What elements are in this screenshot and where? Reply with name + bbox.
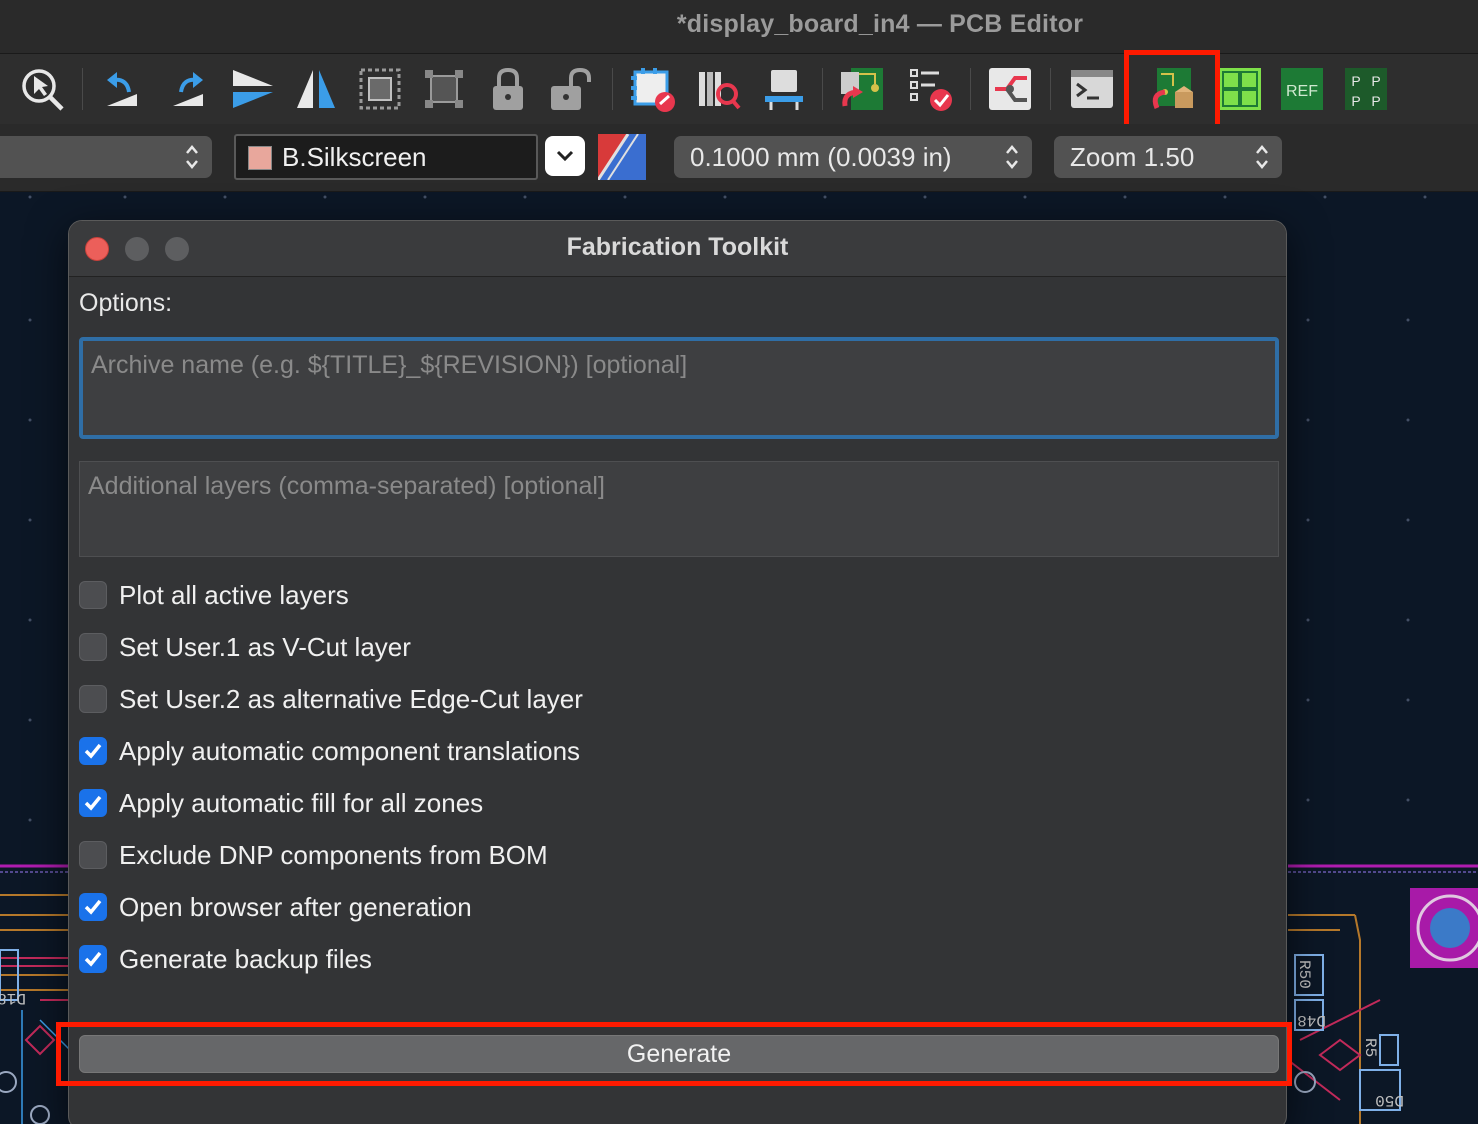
svg-text:P: P	[1351, 93, 1360, 109]
flip-icon[interactable]	[224, 62, 280, 116]
layer-dropdown-button[interactable]	[545, 136, 585, 176]
checkbox-backup-files[interactable]	[79, 945, 107, 973]
ref-label-d18: D18	[0, 989, 26, 1007]
update-pcb-icon[interactable]	[834, 62, 890, 116]
checkbox-label: Set User.1 as V-Cut layer	[119, 631, 411, 662]
updown-arrow-icon	[1006, 145, 1018, 169]
redo-icon[interactable]	[160, 62, 216, 116]
ref-label-d48: D48	[1297, 1011, 1326, 1029]
mirror-icon[interactable]	[288, 62, 344, 116]
checkbox-vcut-layer[interactable]	[79, 633, 107, 661]
checkbox-label: Apply automatic component translations	[119, 735, 581, 766]
3d-viewer-icon[interactable]	[756, 62, 812, 116]
ref-label-r50: R50	[1295, 960, 1313, 989]
drc-icon[interactable]	[902, 62, 958, 116]
checkbox-row-backup-files[interactable]: Generate backup files	[79, 941, 372, 977]
lock-icon[interactable]	[480, 62, 536, 116]
checkmark-icon	[84, 899, 102, 915]
checkmark-icon	[84, 951, 102, 967]
route-icon[interactable]	[982, 62, 1038, 116]
grid-select[interactable]: 0.1000 mm (0.0039 in)	[674, 136, 1032, 178]
main-toolbar: REF PPPP	[0, 50, 1478, 132]
checkbox-row-component-translations[interactable]: Apply automatic component translations	[79, 733, 580, 769]
secondary-toolbar: B.Silkscreen 0.1000 mm (0.0039 in) Zoom …	[0, 124, 1478, 192]
checkbox-row-open-browser[interactable]: Open browser after generation	[79, 889, 472, 925]
updown-arrow-icon	[186, 145, 198, 169]
checkbox-exclude-dnp[interactable]	[79, 841, 107, 869]
checkbox-plot-all-layers[interactable]	[79, 581, 107, 609]
checkbox-row-vcut-layer[interactable]: Set User.1 as V-Cut layer	[79, 629, 411, 665]
fabrication-toolkit-dialog: Fabrication Toolkit Options: Archive nam…	[68, 220, 1287, 1124]
pin-p-icon[interactable]: PPPP	[1338, 62, 1394, 116]
scripting-console-icon[interactable]	[1064, 62, 1120, 116]
checkbox-fill-zones[interactable]	[79, 789, 107, 817]
layer-select[interactable]: B.Silkscreen	[234, 134, 538, 180]
checkbox-label: Open browser after generation	[119, 891, 472, 922]
checkmark-icon	[84, 743, 102, 759]
ref-label-d50: D50	[1375, 1091, 1404, 1109]
generate-highlight-box	[56, 1022, 1292, 1086]
select-tool-icon[interactable]	[14, 62, 70, 116]
dialog-titlebar: Fabrication Toolkit	[69, 221, 1286, 277]
checkbox-row-alt-edge-cut[interactable]: Set User.2 as alternative Edge-Cut layer	[79, 681, 583, 717]
unlock-icon[interactable]	[540, 62, 596, 116]
pcb-editor-window: *display_board_in4 — PCB Editor REF P P …	[0, 0, 1478, 1124]
checkbox-row-plot-all-layers[interactable]: Plot all active layers	[79, 577, 349, 613]
footprint-editor-icon[interactable]	[624, 62, 680, 116]
window-title: *display_board_in4 — PCB Editor	[676, 10, 1084, 38]
ungroup-icon[interactable]	[416, 62, 472, 116]
group-icon[interactable]	[352, 62, 408, 116]
options-label: Options:	[79, 289, 173, 317]
archive-name-field[interactable]: Archive name (e.g. ${TITLE}_${REVISION})…	[79, 337, 1279, 439]
svg-text:P: P	[1371, 73, 1380, 89]
svg-text:REF: REF	[1286, 83, 1318, 100]
toolbar-highlight-box	[1124, 50, 1220, 132]
chevron-down-icon	[556, 150, 574, 162]
svg-text:P: P	[1351, 73, 1360, 89]
undo-icon[interactable]	[94, 62, 150, 116]
zoom-select[interactable]: Zoom 1.50	[1054, 136, 1282, 178]
svg-text:P: P	[1371, 93, 1380, 109]
fab-layer-icon[interactable]	[1212, 62, 1268, 116]
checkbox-row-exclude-dnp[interactable]: Exclude DNP components from BOM	[79, 837, 548, 873]
checkbox-component-translations[interactable]	[79, 737, 107, 765]
high-contrast-icon[interactable]	[598, 134, 646, 180]
checkbox-label: Apply automatic fill for all zones	[119, 787, 484, 818]
ref-icon[interactable]: REF	[1274, 62, 1330, 116]
layer-color-swatch	[248, 146, 272, 170]
checkbox-open-browser[interactable]	[79, 893, 107, 921]
checkbox-label: Generate backup files	[119, 943, 372, 974]
net-select[interactable]	[0, 136, 212, 178]
footprint-browser-icon[interactable]	[690, 62, 746, 116]
additional-layers-field[interactable]: Additional layers (comma-separated) [opt…	[79, 461, 1279, 557]
window-titlebar: *display_board_in4 — PCB Editor	[0, 0, 1478, 54]
layer-name: B.Silkscreen	[282, 141, 427, 172]
checkmark-icon	[84, 795, 102, 811]
checkbox-alt-edge-cut[interactable]	[79, 685, 107, 713]
dialog-title: Fabrication Toolkit	[566, 233, 789, 261]
checkbox-row-fill-zones[interactable]: Apply automatic fill for all zones	[79, 785, 483, 821]
checkbox-label: Exclude DNP components from BOM	[119, 839, 548, 870]
ref-label-r5: R5	[1361, 1038, 1379, 1057]
checkbox-label: Set User.2 as alternative Edge-Cut layer	[119, 683, 583, 714]
updown-arrow-icon	[1256, 145, 1268, 169]
checkbox-label: Plot all active layers	[119, 579, 349, 610]
